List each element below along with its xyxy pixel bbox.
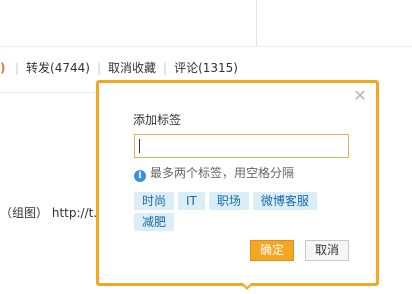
tag-suggestion[interactable]: IT bbox=[178, 192, 205, 210]
post-text: （组图） http://t.cn bbox=[0, 203, 111, 223]
tag-suggestion[interactable]: 减肥 bbox=[134, 213, 175, 231]
close-icon[interactable]: ✕ bbox=[353, 88, 367, 104]
suggested-tags: 时尚 IT 职场 微博客服 减肥 bbox=[134, 192, 344, 234]
hint-label: 最多两个标签，用空格分隔 bbox=[150, 166, 295, 180]
text-caret bbox=[139, 139, 140, 153]
sound-icon[interactable]: ) bbox=[0, 58, 8, 78]
divider bbox=[0, 92, 100, 93]
divider bbox=[256, 0, 257, 46]
comment-link[interactable]: 评论(1315) bbox=[174, 61, 238, 75]
dialog-pointer-inner bbox=[243, 283, 251, 287]
dialog-title: 添加标签 bbox=[133, 113, 182, 127]
separator: | bbox=[15, 61, 20, 75]
cancel-button[interactable]: 取消 bbox=[305, 240, 349, 261]
divider bbox=[0, 46, 412, 47]
tag-suggestion[interactable]: 时尚 bbox=[134, 192, 175, 210]
tag-suggestion[interactable]: 职场 bbox=[208, 192, 249, 210]
uncollect-link[interactable]: 取消收藏 bbox=[108, 61, 156, 75]
info-icon: i bbox=[134, 170, 146, 182]
repost-link[interactable]: 转发(4744) bbox=[26, 61, 90, 75]
feed-action-bar: ) | 转发(4744) | 取消收藏 | 评论(1315) bbox=[0, 58, 238, 78]
hint-text: i 最多两个标签，用空格分隔 bbox=[134, 164, 294, 182]
separator: | bbox=[96, 61, 101, 75]
confirm-button[interactable]: 确定 bbox=[250, 240, 294, 261]
tag-input[interactable] bbox=[134, 134, 349, 158]
post-text-prefix: （组图） bbox=[0, 206, 49, 220]
tag-suggestion[interactable]: 微博客服 bbox=[252, 192, 317, 210]
add-tag-dialog: ✕ 添加标签 i 最多两个标签，用空格分隔 时尚 IT 职场 微博客服 减肥 确定… bbox=[96, 80, 379, 286]
separator: | bbox=[163, 61, 168, 75]
feed-header-area bbox=[0, 0, 412, 46]
